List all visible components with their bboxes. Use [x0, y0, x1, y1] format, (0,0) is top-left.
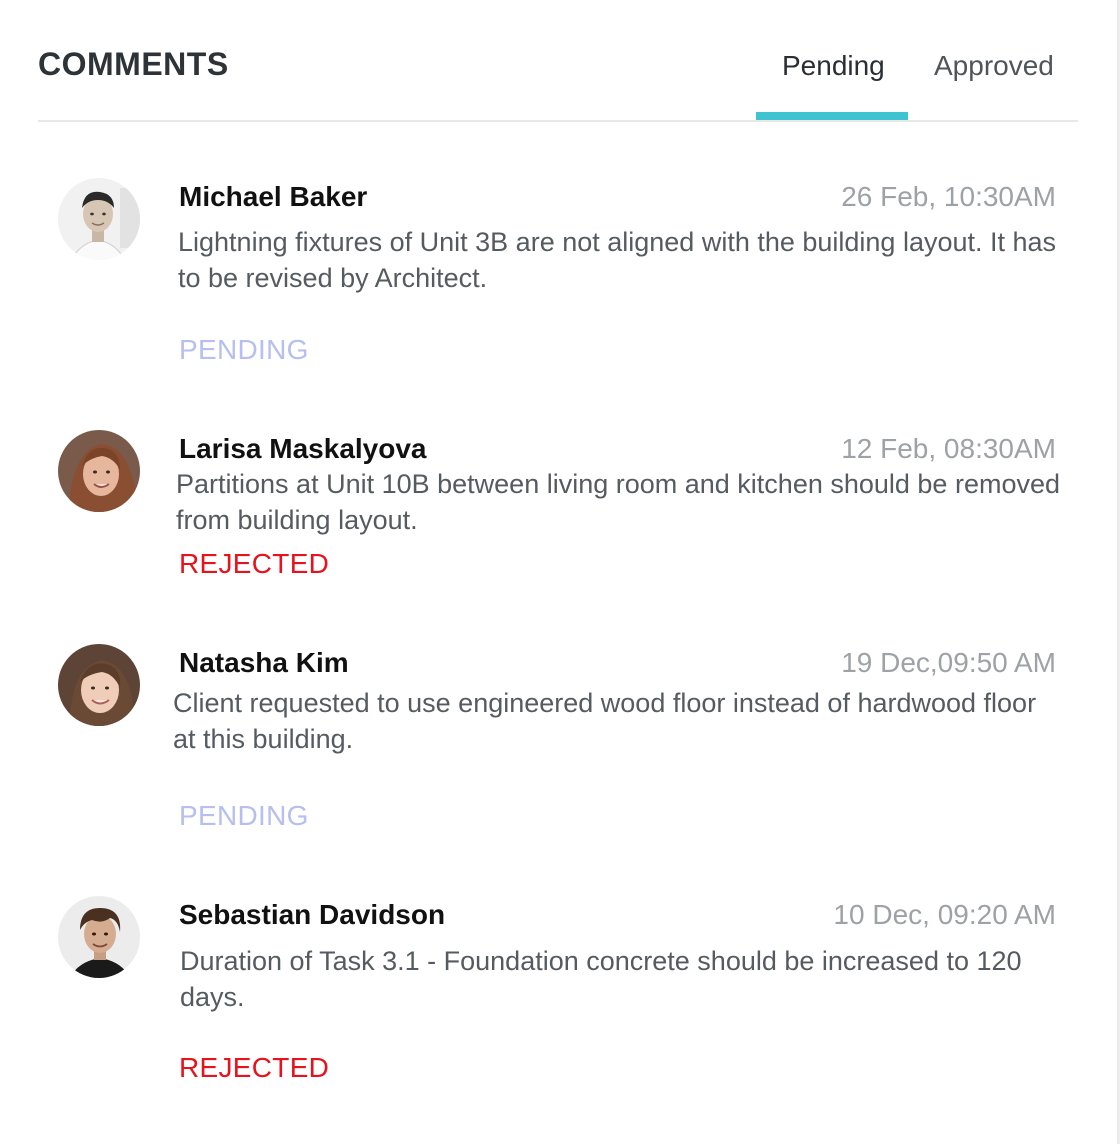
avatar-sebastian-davidson-icon — [58, 896, 140, 978]
avatar-michael-baker-icon — [58, 178, 140, 260]
tab-approved[interactable]: Approved — [934, 50, 1054, 82]
comment-author: Natasha Kim — [179, 647, 349, 678]
tab-pending[interactable]: Pending — [782, 50, 885, 82]
comment-author: Michael Baker — [179, 181, 368, 212]
avatar-natasha-kim-icon — [58, 644, 140, 726]
comment-text: Duration of Task 3.1 - Foundation concre… — [180, 946, 1022, 1012]
comment-timestamp: 10 Dec, 09:20 AM — [833, 899, 1056, 930]
comment-author: Larisa Maskalyova — [179, 433, 427, 464]
avatar[interactable] — [58, 644, 140, 726]
active-tab-indicator — [756, 112, 908, 120]
header-divider — [38, 120, 1078, 122]
comment-timestamp: 26 Feb, 10:30AM — [841, 181, 1056, 212]
avatar-larisa-maskalyova-icon — [58, 430, 140, 512]
page-title: COMMENTS — [38, 46, 229, 82]
avatar[interactable] — [58, 178, 140, 260]
status-badge: REJECTED — [179, 548, 330, 579]
status-badge: REJECTED — [179, 1052, 330, 1083]
comments-header: COMMENTS Pending Approved — [38, 0, 1078, 120]
avatar[interactable] — [58, 896, 140, 978]
comment-timestamp: 19 Dec,09:50 AM — [841, 647, 1056, 678]
comment-text: Lightning fixtures of Unit 3B are not al… — [178, 227, 1057, 293]
comment-author: Sebastian Davidson — [179, 899, 446, 930]
avatar[interactable] — [58, 430, 140, 512]
status-badge: PENDING — [179, 800, 309, 831]
status-badge: PENDING — [179, 334, 309, 365]
comment-timestamp: 12 Feb, 08:30AM — [841, 433, 1056, 464]
comment-text: Partitions at Unit 10B between living ro… — [176, 469, 1060, 535]
comment-text: Client requested to use engineered wood … — [173, 688, 1037, 754]
